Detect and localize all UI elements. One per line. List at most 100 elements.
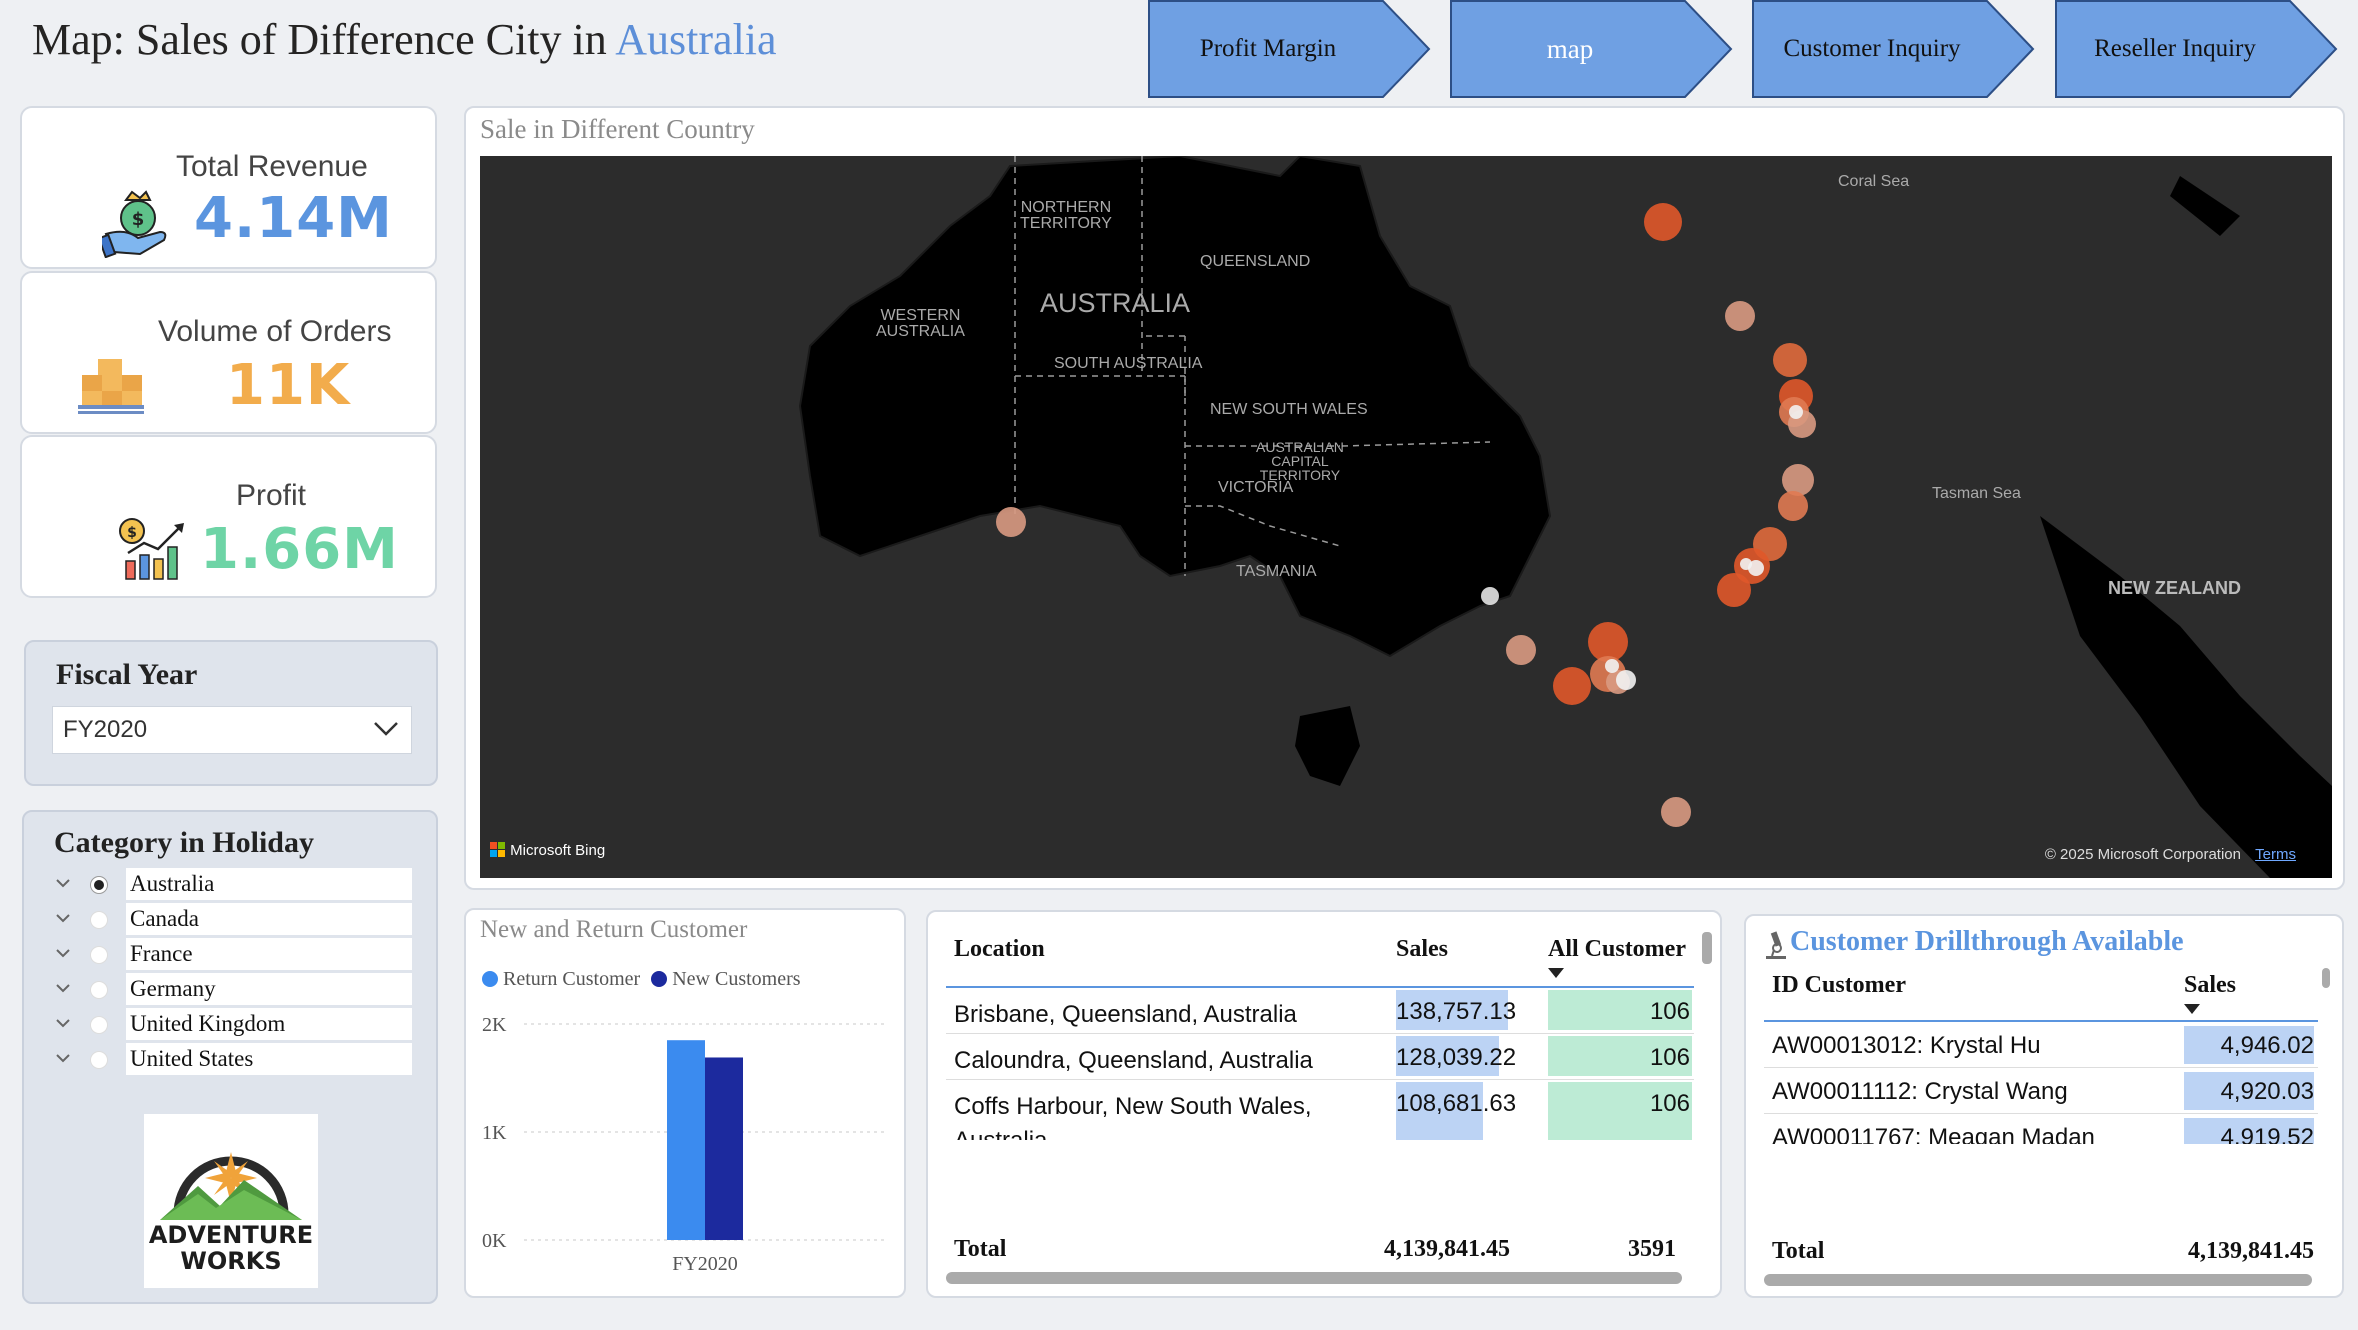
customer-id-cell[interactable]: AW00011112: Crystal Wang [1772, 1078, 2068, 1106]
bar-new-customers [705, 1057, 743, 1240]
category-label: United Kingdom [126, 1008, 412, 1040]
logo-text-line1: ADVENTURE [148, 1221, 314, 1249]
profit-growth-chart-icon: $ [119, 518, 184, 580]
category-label: Australia [126, 868, 412, 900]
sales-bubble [1782, 464, 1814, 496]
sales-bubble [1717, 573, 1751, 607]
kpi-label: Profit [236, 479, 307, 512]
radio-unselected[interactable] [90, 1016, 108, 1034]
sort-desc-icon[interactable] [2184, 1004, 2200, 1014]
page-title-prefix: Map: Sales of Difference City in [32, 15, 616, 64]
total-sales: 4,139,841.45 [2188, 1238, 2314, 1264]
slicer-title: Fiscal Year [56, 658, 198, 691]
nav-profit-margin-button[interactable]: Profit Margin [1148, 0, 1431, 98]
nav-reseller-inquiry-label: Reseller Inquiry [2094, 35, 2256, 62]
chevron-down-icon[interactable] [54, 979, 72, 997]
page-title-accent: Australia [615, 15, 777, 64]
money-bag-hand-icon: $ [102, 190, 167, 258]
fiscal-year-dropdown[interactable]: FY2020 [52, 706, 412, 754]
y-tick-label: 2K [482, 1014, 507, 1036]
svg-text:$: $ [127, 525, 137, 541]
customers-cell: 106 [1649, 998, 1690, 1025]
category-item-france[interactable]: France [54, 938, 444, 970]
sales-bubble [1789, 405, 1803, 419]
nav-customer-inquiry-button[interactable]: Customer Inquiry [1752, 0, 2035, 98]
category-label: Germany [126, 973, 412, 1005]
horizontal-scrollbar[interactable] [946, 1272, 1682, 1284]
customer-chart-panel: New and Return Customer Return Customer … [464, 908, 906, 1298]
sales-bubble [1605, 659, 1619, 673]
kpi-card-total-revenue: Total Revenue $ 4.14M [20, 106, 437, 269]
microscope-icon [1766, 931, 1786, 959]
chevron-down-icon[interactable] [54, 909, 72, 927]
category-item-germany[interactable]: Germany [54, 973, 444, 1005]
category-item-united-kingdom[interactable]: United Kingdom [54, 1008, 444, 1040]
radio-unselected[interactable] [90, 1051, 108, 1069]
radio-unselected[interactable] [90, 981, 108, 999]
sales-bubble [1725, 301, 1755, 331]
category-label: France [126, 938, 412, 970]
table-row[interactable]: AW00013012: Krystal Hu 4,946.02 [1746, 1022, 2326, 1068]
chevron-down-icon[interactable] [54, 1014, 72, 1032]
customer-id-cell[interactable]: AW00013012: Krystal Hu [1772, 1032, 2041, 1060]
radio-unselected[interactable] [90, 946, 108, 964]
nav-reseller-inquiry-button[interactable]: Reseller Inquiry [2055, 0, 2338, 98]
radio-unselected[interactable] [90, 911, 108, 929]
microsoft-logo-icon [490, 842, 505, 857]
sort-desc-icon[interactable] [1548, 968, 1564, 978]
vertical-scrollbar[interactable] [1702, 932, 1712, 964]
horizontal-scrollbar[interactable] [1764, 1274, 2312, 1286]
sales-bubble [996, 507, 1026, 537]
boxes-pallet-icon [78, 359, 144, 414]
location-cell: Coffs Harbour, New South Wales,Australia [954, 1093, 1312, 1140]
table-row[interactable]: AW00011767: Meagan Madan 4,919.52 [1746, 1114, 2326, 1144]
col-header-id-customer[interactable]: ID Customer [1772, 972, 1906, 999]
category-slicer: Category in Holiday Australia Canada Fra… [22, 810, 438, 1304]
copyright-text: © 2025 Microsoft Corporation [2044, 846, 2241, 863]
customer-id-cell[interactable]: AW00011767: Meagan Madan [1772, 1124, 2095, 1144]
location-cell: Brisbane, Queensland, Australia [954, 1001, 1297, 1028]
category-item-canada[interactable]: Canada [54, 903, 444, 935]
fiscal-year-slicer: Fiscal Year FY2020 [24, 640, 438, 786]
table-row[interactable]: Brisbane, Queensland, Australia 138,757.1… [928, 988, 1698, 1034]
customers-cell: 106 [1649, 1090, 1690, 1117]
chevron-down-icon[interactable] [54, 874, 72, 892]
sales-bubble [1773, 343, 1807, 377]
col-header-sales[interactable]: Sales [2184, 972, 2236, 999]
col-header-all-customer[interactable]: All Customer [1548, 936, 1686, 963]
category-item-united-states[interactable]: United States [54, 1043, 444, 1075]
bing-attribution[interactable]: Microsoft Bing [490, 842, 605, 859]
map-title: Sale in Different Country [480, 114, 755, 144]
sales-bubble [1616, 670, 1636, 690]
map-canvas[interactable]: NORTHERN TERRITORY QUEENSLAND WESTERN AUST… [480, 156, 2332, 878]
nav-map-label: map [1546, 34, 1594, 64]
bing-label: Microsoft Bing [510, 842, 606, 859]
terms-link[interactable]: Terms [2255, 846, 2296, 863]
sales-cell: 4,920.03 [2220, 1078, 2314, 1105]
location-table-body: Brisbane, Queensland, Australia 138,757.1… [928, 988, 1698, 1140]
radio-selected[interactable] [90, 876, 108, 894]
sales-bubble [1506, 635, 1536, 665]
nav-map-button[interactable]: map [1450, 0, 1733, 98]
table-row[interactable]: Coffs Harbour, New South Wales,Australia… [928, 1080, 1698, 1140]
sales-cell: 138,757.13 [1396, 998, 1517, 1025]
chevron-down-icon[interactable] [54, 944, 72, 962]
col-header-sales[interactable]: Sales [1396, 936, 1448, 963]
logo-text-line2: WORKS [180, 1247, 282, 1275]
total-customers: 3591 [1628, 1236, 1676, 1262]
category-item-australia[interactable]: Australia [54, 868, 444, 900]
sales-bubble [1778, 491, 1808, 521]
vertical-scrollbar[interactable] [2322, 968, 2330, 988]
dropdown-value: FY2020 [63, 716, 148, 743]
kpi-card-profit: Profit $ 1.66M [20, 435, 437, 598]
chevron-down-icon[interactable] [54, 1049, 72, 1067]
table-row[interactable]: AW00011112: Crystal Wang 4,920.03 [1746, 1068, 2326, 1114]
col-header-location[interactable]: Location [954, 936, 1045, 963]
drillthrough-title[interactable]: Customer Drillthrough Available [1790, 926, 2184, 958]
total-label: Total [1772, 1238, 1825, 1264]
kpi-card-volume-of-orders: Volume of Orders 11K [20, 271, 437, 434]
kpi-label: Volume of Orders [158, 315, 392, 348]
nav-profit-margin-label: Profit Margin [1199, 35, 1337, 62]
customer-bar-chart: 0K 1K 2K FY2020 [482, 1014, 886, 1275]
table-row[interactable]: Caloundra, Queensland, Australia 128,039.… [928, 1034, 1698, 1080]
